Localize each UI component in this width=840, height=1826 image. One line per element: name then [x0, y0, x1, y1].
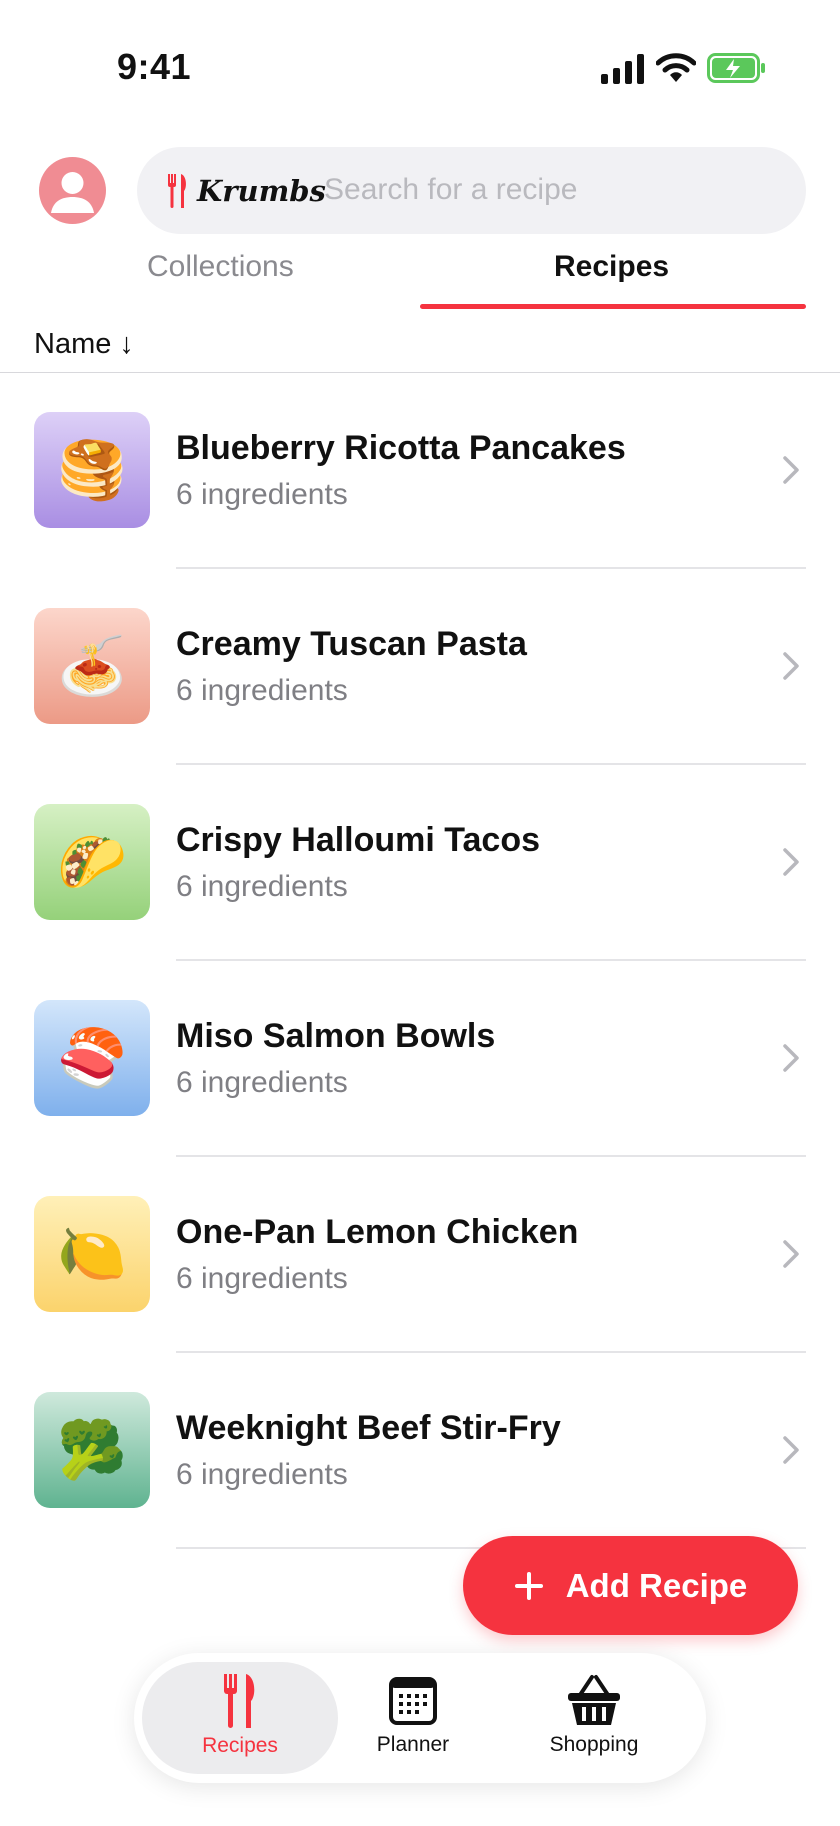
- tab-collections[interactable]: Collections: [147, 250, 294, 284]
- tab-bar-item-planner[interactable]: Planner: [348, 1653, 478, 1783]
- spaghetti-icon: 🍝: [57, 634, 127, 697]
- recipe-thumbnail: 🥞: [34, 412, 150, 528]
- lemon-icon: 🍋: [57, 1222, 127, 1285]
- recipe-row[interactable]: 🥞 Blueberry Ricotta Pancakes 6 ingredien…: [0, 373, 840, 569]
- recipe-name: One-Pan Lemon Chicken: [176, 1213, 579, 1251]
- sort-button[interactable]: Name ↓: [34, 328, 134, 361]
- recipe-row[interactable]: 🍋 One-Pan Lemon Chicken 6 ingredients: [0, 1157, 840, 1353]
- status-time: 9:41: [117, 46, 192, 87]
- recipe-ingredients-count: 6 ingredients: [176, 1066, 348, 1099]
- recipe-row[interactable]: 🍣 Miso Salmon Bowls 6 ingredients: [0, 961, 840, 1157]
- chevron-right-icon: [783, 1240, 799, 1268]
- recipe-ingredients-count: 6 ingredients: [176, 674, 348, 707]
- recipe-thumbnail: 🍋: [34, 1196, 150, 1312]
- calendar-icon: [389, 1677, 437, 1725]
- search-input[interactable]: Search for a recipe: [324, 173, 577, 207]
- search-bar[interactable]: Krumbs Search for a recipe: [137, 147, 806, 234]
- recipe-name: Creamy Tuscan Pasta: [176, 625, 527, 663]
- recipe-ingredients-count: 6 ingredients: [176, 1458, 348, 1491]
- recipe-row[interactable]: 🍝 Creamy Tuscan Pasta 6 ingredients: [0, 569, 840, 765]
- recipe-name: Weeknight Beef Stir-Fry: [176, 1409, 561, 1447]
- recipe-thumbnail: 🌮: [34, 804, 150, 920]
- brand-name: Krumbs: [197, 174, 326, 208]
- add-recipe-button[interactable]: Add Recipe: [463, 1536, 798, 1635]
- chevron-right-icon: [783, 1436, 799, 1464]
- fork-knife-icon: [168, 174, 186, 208]
- tab-bar-item-recipes[interactable]: Recipes: [142, 1662, 338, 1774]
- recipe-name: Crispy Halloumi Tacos: [176, 821, 541, 859]
- recipe-row[interactable]: 🌮 Crispy Halloumi Tacos 6 ingredients: [0, 765, 840, 961]
- pancakes-icon: 🥞: [57, 438, 127, 501]
- person-icon: [51, 172, 94, 213]
- profile-avatar[interactable]: [39, 157, 106, 224]
- recipe-thumbnail: 🍣: [34, 1000, 150, 1116]
- sushi-icon: 🍣: [57, 1026, 127, 1089]
- add-recipe-label: Add Recipe: [565, 1566, 748, 1604]
- basket-icon: [568, 1675, 620, 1725]
- brand-logo: Krumbs: [167, 171, 326, 211]
- bottom-tab-bar: Recipes Planner Shopping: [134, 1653, 706, 1783]
- recipe-name: Miso Salmon Bowls: [176, 1017, 496, 1055]
- tab-bar-label-planner: Planner: [376, 1733, 450, 1756]
- recipe-name: Blueberry Ricotta Pancakes: [176, 429, 626, 467]
- fork-knife-icon: [224, 1674, 255, 1728]
- plus-icon: [514, 1571, 543, 1600]
- recipe-ingredients-count: 6 ingredients: [176, 1262, 348, 1295]
- recipe-ingredients-count: 6 ingredients: [176, 478, 348, 511]
- recipe-thumbnail: 🥦: [34, 1392, 150, 1508]
- chevron-right-icon: [783, 456, 799, 484]
- recipe-row[interactable]: 🥦 Weeknight Beef Stir-Fry 6 ingredients: [0, 1353, 840, 1549]
- tab-bar-item-shopping[interactable]: Shopping: [524, 1653, 664, 1783]
- wifi-icon: [656, 53, 696, 82]
- cellular-signal-icon: [601, 54, 644, 84]
- tab-bar-label-shopping: Shopping: [549, 1733, 639, 1756]
- broccoli-icon: 🥦: [57, 1418, 127, 1481]
- taco-icon: 🌮: [57, 830, 127, 893]
- battery-charging-icon: [707, 53, 765, 83]
- recipe-ingredients-count: 6 ingredients: [176, 870, 348, 903]
- chevron-right-icon: [783, 848, 799, 876]
- active-tab-indicator: [420, 304, 806, 309]
- chevron-right-icon: [783, 1044, 799, 1072]
- recipe-thumbnail: 🍝: [34, 608, 150, 724]
- chevron-right-icon: [783, 652, 799, 680]
- tab-bar-label-recipes: Recipes: [202, 1734, 278, 1757]
- tab-recipes[interactable]: Recipes: [554, 250, 669, 284]
- status-bar: 9:41: [0, 0, 840, 130]
